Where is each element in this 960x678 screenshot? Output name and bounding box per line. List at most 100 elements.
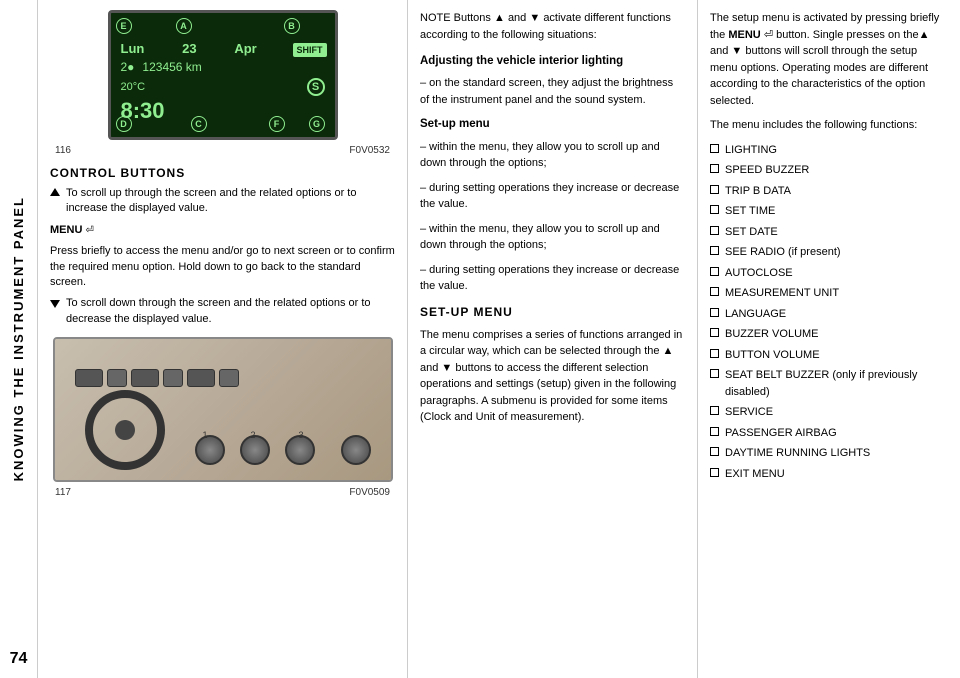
- menu-list: LIGHTING SPEED BUZZER TRIP B DATA SET TI…: [710, 142, 946, 483]
- checkbox-buzzer-volume: [710, 328, 719, 337]
- menu-arrow-icon: ⏎: [85, 225, 93, 236]
- fig117-caption: 117 F0V0509: [50, 487, 395, 498]
- knob-label-3: 3: [299, 430, 304, 440]
- menu-item-passenger-airbag-label: PASSENGER AIRBAG: [725, 425, 837, 442]
- label-g: G: [309, 116, 325, 132]
- checkbox-button-volume: [710, 349, 719, 358]
- checkbox-trip-b: [710, 185, 719, 194]
- menu-item-service: SERVICE: [710, 404, 946, 421]
- fig117-number: 117: [55, 487, 71, 498]
- menu-item-service-label: SERVICE: [725, 404, 773, 421]
- menu-item-see-radio-label: SEE RADIO (if present): [725, 244, 841, 261]
- menu-item-set-time: SET TIME: [710, 203, 946, 220]
- menu-bold: MENU: [728, 29, 760, 41]
- setup-menu-title: Set-up menu: [420, 116, 685, 133]
- dash-btn-1: [75, 369, 103, 387]
- instrument-display: E A B D C F G Lun 23 Apr 2● 123456 km: [108, 10, 338, 140]
- menu-item-passenger-airbag: PASSENGER AIRBAG: [710, 425, 946, 442]
- menu-text: Press briefly to access the menu and/or …: [50, 244, 395, 290]
- menu-item-trip-b: TRIP B DATA: [710, 183, 946, 200]
- checkbox-seat-belt: [710, 369, 719, 378]
- label-e: E: [116, 18, 132, 34]
- menu-item-buzzer-volume: BUZZER VOLUME: [710, 326, 946, 343]
- display-time: 8:30: [121, 98, 325, 124]
- fig116-code: F0V0532: [349, 145, 390, 156]
- display-row3: 20°C S: [121, 78, 325, 96]
- menu-item-see-radio: SEE RADIO (if present): [710, 244, 946, 261]
- display-row4: 8:30: [121, 98, 325, 124]
- left-column: E A B D C F G Lun 23 Apr 2● 123456 km: [38, 0, 408, 678]
- dash-buttons: [75, 369, 239, 387]
- menu-item-set-date: SET DATE: [710, 224, 946, 241]
- menu-includes-text: The menu includes the following function…: [710, 117, 946, 134]
- dash-btn-3: [131, 369, 159, 387]
- setup-menu-section-title: SET-UP MENU: [420, 303, 685, 321]
- fig116-caption: 116 F0V0532: [50, 145, 395, 156]
- menu-item-speed-buzzer-label: SPEED BUZZER: [725, 162, 809, 179]
- adjusting-title: Adjusting the vehicle interior lighting: [420, 53, 685, 70]
- checkbox-daytime: [710, 447, 719, 456]
- steering-wheel-area: [85, 390, 185, 470]
- menu-item-button-volume-label: BUTTON VOLUME: [725, 347, 820, 364]
- checkbox-lighting: [710, 144, 719, 153]
- checkbox-passenger-airbag: [710, 427, 719, 436]
- right-column: The setup menu is activated by pressing …: [698, 0, 958, 678]
- menu-item-buzzer-volume-label: BUZZER VOLUME: [725, 326, 819, 343]
- label-b: B: [284, 18, 300, 34]
- display-gear: 2●: [121, 60, 135, 74]
- checkbox-exit: [710, 468, 719, 477]
- menu-item: MENU ⏎: [50, 223, 395, 238]
- menu-item-autoclose: AUTOCLOSE: [710, 265, 946, 282]
- setup-item-4: – during setting operations they increas…: [420, 262, 685, 295]
- dash-btn-2: [107, 369, 127, 387]
- fig116-number: 116: [55, 145, 71, 156]
- menu-item-language-label: LANGUAGE: [725, 306, 786, 323]
- control-buttons-section: CONTROL BUTTONS To scroll up through the…: [50, 166, 395, 327]
- menu-item-set-time-label: SET TIME: [725, 203, 775, 220]
- main-content: E A B D C F G Lun 23 Apr 2● 123456 km: [38, 0, 960, 678]
- label-a: A: [176, 18, 192, 34]
- menu-item-exit-label: EXIT MENU: [725, 466, 785, 483]
- menu-item-set-date-label: SET DATE: [725, 224, 778, 241]
- triangle-up-ref: ▲: [494, 12, 505, 24]
- label-d: D: [116, 116, 132, 132]
- setup-item-3: – within the menu, they allow you to scr…: [420, 221, 685, 254]
- display-date-num: 23: [182, 41, 196, 56]
- menu-item-speed-buzzer: SPEED BUZZER: [710, 162, 946, 179]
- checkbox-speed-buzzer: [710, 164, 719, 173]
- knob-label-1: 1: [203, 430, 208, 440]
- triangle-up-icon: [50, 188, 60, 196]
- checkbox-autoclose: [710, 267, 719, 276]
- checkbox-service: [710, 406, 719, 415]
- triangle-down-icon: [50, 300, 60, 308]
- adjusting-text: – on the standard screen, they adjust th…: [420, 75, 685, 108]
- menu-item-daytime-label: DAYTIME RUNNING LIGHTS: [725, 445, 870, 462]
- display-month: Apr: [234, 41, 256, 56]
- menu-label: MENU: [50, 224, 82, 236]
- dash-btn-5: [187, 369, 215, 387]
- setup-item-2: – during setting operations they increas…: [420, 180, 685, 213]
- middle-column: NOTE Buttons ▲ and ▼ activate different …: [408, 0, 698, 678]
- menu-item-measurement: MEASUREMENT UNIT: [710, 285, 946, 302]
- note-and: and: [508, 12, 529, 24]
- sidebar: KNOWING THE INSTRUMENT PANEL 74: [0, 0, 38, 678]
- scroll-down-text: To scroll down through the screen and th…: [66, 296, 395, 327]
- menu-item-lighting: LIGHTING: [710, 142, 946, 159]
- setup-menu-body: The menu comprises a series of functions…: [420, 327, 685, 426]
- menu-item-exit: EXIT MENU: [710, 466, 946, 483]
- control-buttons-title: CONTROL BUTTONS: [50, 166, 395, 180]
- checkbox-see-radio: [710, 246, 719, 255]
- setup-item-1: – within the menu, they allow you to scr…: [420, 139, 685, 172]
- steering-wheel: [85, 390, 165, 470]
- triangle-down-ref: ▼: [529, 12, 540, 24]
- menu-item-language: LANGUAGE: [710, 306, 946, 323]
- knob-labels: 1 2 3: [203, 430, 304, 440]
- dash-btn-6: [219, 369, 239, 387]
- menu-item-seat-belt-label: SEAT BELT BUZZER (only if previously dis…: [725, 367, 946, 400]
- display-day: Lun: [121, 41, 145, 56]
- label-c: C: [191, 116, 207, 132]
- intro-text: The setup menu is activated by pressing …: [710, 10, 946, 109]
- knob-label-2: 2: [251, 430, 256, 440]
- scroll-down-item: To scroll down through the screen and th…: [50, 296, 395, 327]
- menu-item-button-volume: BUTTON VOLUME: [710, 347, 946, 364]
